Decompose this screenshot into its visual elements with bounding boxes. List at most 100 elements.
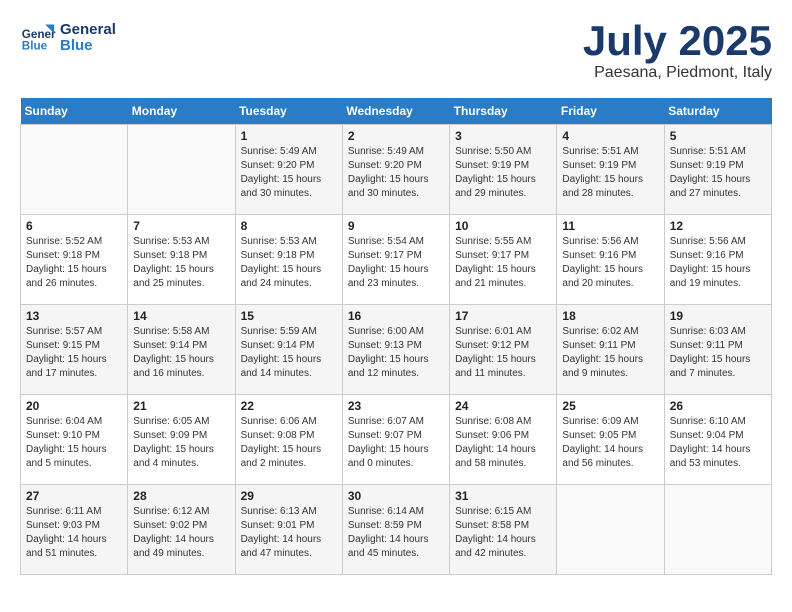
calendar-cell: 18 Sunrise: 6:02 AM Sunset: 9:11 PM Dayli… xyxy=(557,305,664,395)
calendar-cell: 7 Sunrise: 5:53 AM Sunset: 9:18 PM Daylig… xyxy=(128,215,235,305)
calendar-cell: 16 Sunrise: 6:00 AM Sunset: 9:13 PM Dayli… xyxy=(342,305,449,395)
weekday-header: Thursday xyxy=(450,98,557,125)
calendar-cell: 15Sunrise: 5:59 AM Sunset: 9:14 PM Dayli… xyxy=(235,305,342,395)
day-number: 6 xyxy=(26,219,122,233)
calendar-cell: 26 Sunrise: 6:10 AM Sunset: 9:04 PM Dayli… xyxy=(664,395,771,485)
day-number: 29 xyxy=(241,489,337,503)
page-header: General Blue General Blue July 2025 Paes… xyxy=(20,20,772,82)
calendar-cell: 4 Sunrise: 5:51 AM Sunset: 9:19 PM Daylig… xyxy=(557,125,664,215)
calendar: SundayMondayTuesdayWednesdayThursdayFrid… xyxy=(20,98,772,575)
svg-text:Blue: Blue xyxy=(22,40,48,53)
calendar-cell: 1Sunrise: 5:49 AM Sunset: 9:20 PM Daylig… xyxy=(235,125,342,215)
day-number: 15 xyxy=(241,309,337,323)
calendar-cell: 8Sunrise: 5:53 AM Sunset: 9:18 PM Daylig… xyxy=(235,215,342,305)
day-info: Sunrise: 5:51 AM Sunset: 9:19 PM Dayligh… xyxy=(670,145,766,201)
logo-icon: General Blue xyxy=(20,20,56,56)
calendar-cell: 12 Sunrise: 5:56 AM Sunset: 9:16 PM Dayli… xyxy=(664,215,771,305)
day-number: 10 xyxy=(455,219,551,233)
calendar-week-row: 20 Sunrise: 6:04 AM Sunset: 9:10 PM Dayli… xyxy=(21,395,772,485)
day-number: 23 xyxy=(348,399,444,413)
day-number: 7 xyxy=(133,219,229,233)
day-info: Sunrise: 5:56 AM Sunset: 9:16 PM Dayligh… xyxy=(562,235,658,291)
calendar-cell: 5Sunrise: 5:51 AM Sunset: 9:19 PM Daylig… xyxy=(664,125,771,215)
day-number: 26 xyxy=(670,399,766,413)
day-info: Sunrise: 6:06 AM Sunset: 9:08 PM Dayligh… xyxy=(241,415,337,471)
day-info: Sunrise: 6:15 AM Sunset: 8:58 PM Dayligh… xyxy=(455,505,551,561)
day-info: Sunrise: 6:02 AM Sunset: 9:11 PM Dayligh… xyxy=(562,325,658,381)
calendar-cell: 19 Sunrise: 6:03 AM Sunset: 9:11 PM Dayli… xyxy=(664,305,771,395)
calendar-cell: 22Sunrise: 6:06 AM Sunset: 9:08 PM Dayli… xyxy=(235,395,342,485)
calendar-cell: 11Sunrise: 5:56 AM Sunset: 9:16 PM Dayli… xyxy=(557,215,664,305)
day-number: 2 xyxy=(348,129,444,143)
logo: General Blue General Blue xyxy=(20,20,116,56)
day-info: Sunrise: 5:51 AM Sunset: 9:19 PM Dayligh… xyxy=(562,145,658,201)
day-info: Sunrise: 6:00 AM Sunset: 9:13 PM Dayligh… xyxy=(348,325,444,381)
calendar-cell: 29 Sunrise: 6:13 AM Sunset: 9:01 PM Dayli… xyxy=(235,485,342,575)
calendar-cell: 13Sunrise: 5:57 AM Sunset: 9:15 PM Dayli… xyxy=(21,305,128,395)
day-number: 16 xyxy=(348,309,444,323)
day-info: Sunrise: 5:50 AM Sunset: 9:19 PM Dayligh… xyxy=(455,145,551,201)
day-number: 18 xyxy=(562,309,658,323)
calendar-cell: 3Sunrise: 5:50 AM Sunset: 9:19 PM Daylig… xyxy=(450,125,557,215)
day-info: Sunrise: 5:55 AM Sunset: 9:17 PM Dayligh… xyxy=(455,235,551,291)
day-info: Sunrise: 6:03 AM Sunset: 9:11 PM Dayligh… xyxy=(670,325,766,381)
day-info: Sunrise: 6:05 AM Sunset: 9:09 PM Dayligh… xyxy=(133,415,229,471)
location: Paesana, Piedmont, Italy xyxy=(583,64,772,82)
calendar-cell xyxy=(21,125,128,215)
day-number: 14 xyxy=(133,309,229,323)
day-number: 1 xyxy=(241,129,337,143)
day-number: 28 xyxy=(133,489,229,503)
day-info: Sunrise: 6:04 AM Sunset: 9:10 PM Dayligh… xyxy=(26,415,122,471)
day-info: Sunrise: 6:14 AM Sunset: 8:59 PM Dayligh… xyxy=(348,505,444,561)
day-number: 31 xyxy=(455,489,551,503)
calendar-week-row: 1 Sunrise: 5:49 AM Sunset: 9:20 PM Daylig… xyxy=(21,125,772,215)
day-info: Sunrise: 6:01 AM Sunset: 9:12 PM Dayligh… xyxy=(455,325,551,381)
logo-general: General xyxy=(60,22,116,39)
calendar-cell: 21 Sunrise: 6:05 AM Sunset: 9:09 PM Dayli… xyxy=(128,395,235,485)
day-number: 19 xyxy=(670,309,766,323)
weekday-header: Saturday xyxy=(664,98,771,125)
calendar-cell: 2 Sunrise: 5:49 AM Sunset: 9:20 PM Daylig… xyxy=(342,125,449,215)
day-number: 24 xyxy=(455,399,551,413)
day-info: Sunrise: 5:53 AM Sunset: 9:18 PM Dayligh… xyxy=(133,235,229,291)
day-info: Sunrise: 5:54 AM Sunset: 9:17 PM Dayligh… xyxy=(348,235,444,291)
day-info: Sunrise: 6:12 AM Sunset: 9:02 PM Dayligh… xyxy=(133,505,229,561)
title-block: July 2025 Paesana, Piedmont, Italy xyxy=(583,20,772,82)
calendar-cell: 6 Sunrise: 5:52 AM Sunset: 9:18 PM Daylig… xyxy=(21,215,128,305)
calendar-week-row: 13Sunrise: 5:57 AM Sunset: 9:15 PM Dayli… xyxy=(21,305,772,395)
calendar-cell: 30 Sunrise: 6:14 AM Sunset: 8:59 PM Dayli… xyxy=(342,485,449,575)
calendar-cell xyxy=(128,125,235,215)
day-info: Sunrise: 6:09 AM Sunset: 9:05 PM Dayligh… xyxy=(562,415,658,471)
day-info: Sunrise: 5:53 AM Sunset: 9:18 PM Dayligh… xyxy=(241,235,337,291)
day-number: 13 xyxy=(26,309,122,323)
calendar-cell: 9 Sunrise: 5:54 AM Sunset: 9:17 PM Daylig… xyxy=(342,215,449,305)
day-info: Sunrise: 5:56 AM Sunset: 9:16 PM Dayligh… xyxy=(670,235,766,291)
day-info: Sunrise: 6:08 AM Sunset: 9:06 PM Dayligh… xyxy=(455,415,551,471)
calendar-week-row: 27Sunrise: 6:11 AM Sunset: 9:03 PM Dayli… xyxy=(21,485,772,575)
day-info: Sunrise: 5:49 AM Sunset: 9:20 PM Dayligh… xyxy=(348,145,444,201)
day-number: 9 xyxy=(348,219,444,233)
day-info: Sunrise: 6:07 AM Sunset: 9:07 PM Dayligh… xyxy=(348,415,444,471)
weekday-header: Wednesday xyxy=(342,98,449,125)
calendar-cell: 27Sunrise: 6:11 AM Sunset: 9:03 PM Dayli… xyxy=(21,485,128,575)
weekday-header: Friday xyxy=(557,98,664,125)
day-info: Sunrise: 5:58 AM Sunset: 9:14 PM Dayligh… xyxy=(133,325,229,381)
calendar-cell: 28 Sunrise: 6:12 AM Sunset: 9:02 PM Dayli… xyxy=(128,485,235,575)
day-info: Sunrise: 6:13 AM Sunset: 9:01 PM Dayligh… xyxy=(241,505,337,561)
calendar-cell: 10 Sunrise: 5:55 AM Sunset: 9:17 PM Dayli… xyxy=(450,215,557,305)
calendar-cell xyxy=(664,485,771,575)
day-info: Sunrise: 6:10 AM Sunset: 9:04 PM Dayligh… xyxy=(670,415,766,471)
day-info: Sunrise: 6:11 AM Sunset: 9:03 PM Dayligh… xyxy=(26,505,122,561)
calendar-cell: 17 Sunrise: 6:01 AM Sunset: 9:12 PM Dayli… xyxy=(450,305,557,395)
month-title: July 2025 xyxy=(583,20,772,62)
day-number: 17 xyxy=(455,309,551,323)
day-number: 4 xyxy=(562,129,658,143)
calendar-cell: 25Sunrise: 6:09 AM Sunset: 9:05 PM Dayli… xyxy=(557,395,664,485)
day-number: 30 xyxy=(348,489,444,503)
day-number: 20 xyxy=(26,399,122,413)
weekday-header: Sunday xyxy=(21,98,128,125)
weekday-header: Tuesday xyxy=(235,98,342,125)
day-number: 21 xyxy=(133,399,229,413)
day-info: Sunrise: 5:52 AM Sunset: 9:18 PM Dayligh… xyxy=(26,235,122,291)
day-number: 12 xyxy=(670,219,766,233)
